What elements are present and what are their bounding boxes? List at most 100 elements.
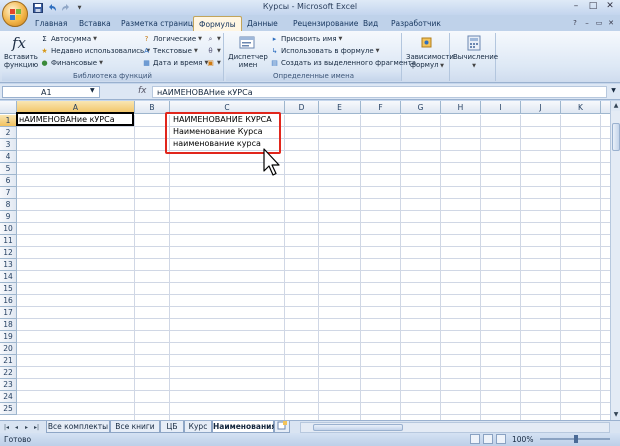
column-header-j[interactable]: J [521,101,561,114]
column-header-i[interactable]: I [481,101,521,114]
row-header-20[interactable]: 20 [0,343,17,355]
column-header-h[interactable]: H [441,101,481,114]
formula-input[interactable]: нАИМЕНОВАНие кУРСа [152,86,607,98]
help-icon[interactable]: ? [570,18,580,28]
row-header-24[interactable]: 24 [0,391,17,403]
use-in-formula-button[interactable]: ↳ Использовать в формуле ▼ [270,46,380,57]
lookup-functions-button[interactable]: ⌕ ▼ [206,34,221,45]
workbook-restore-button[interactable]: ▭ [594,18,604,28]
scroll-up-icon[interactable]: ▲ [611,101,620,111]
tab-review[interactable]: Рецензирование [288,16,363,31]
row-header-22[interactable]: 22 [0,367,17,379]
row-header-23[interactable]: 23 [0,379,17,391]
name-box[interactable]: A1 [2,86,100,98]
sheet-tab-all-sets[interactable]: Все комплекты [46,421,110,433]
row-header-18[interactable]: 18 [0,319,17,331]
normal-view-icon[interactable] [470,434,480,444]
page-break-view-icon[interactable] [496,434,506,444]
row-header-21[interactable]: 21 [0,355,17,367]
vertical-scrollbar[interactable]: ▲ ▼ [610,101,620,420]
autosum-button[interactable]: Σ Автосумма ▼ [40,34,97,45]
minimize-button[interactable]: – [568,1,584,13]
row-header-14[interactable]: 14 [0,271,17,283]
prev-sheet-icon[interactable]: ◂ [12,422,21,433]
workbook-minimize-button[interactable]: – [582,18,592,28]
page-layout-view-icon[interactable] [483,434,493,444]
insert-function-button[interactable]: fx Вставить функцию [4,33,38,70]
maximize-button[interactable]: □ [585,1,601,13]
tab-insert[interactable]: Вставка [74,16,116,31]
fx-button[interactable]: fx [138,86,147,96]
column-header-k[interactable]: K [561,101,601,114]
vertical-scroll-thumb[interactable] [612,123,620,151]
insert-sheet-button[interactable] [274,421,290,433]
row-header-8[interactable]: 8 [0,199,17,211]
datetime-functions-button[interactable]: ▦ Дата и время ▼ [142,58,208,69]
select-all-corner[interactable] [0,101,17,114]
first-sheet-icon[interactable]: |◂ [2,422,11,433]
row-header-11[interactable]: 11 [0,235,17,247]
horizontal-scroll-thumb[interactable] [313,424,403,431]
dependencies-button[interactable]: Зависимости формул ▼ [406,33,454,70]
financial-functions-button[interactable]: ● Финансовые ▼ [40,58,103,69]
row-header-12[interactable]: 12 [0,247,17,259]
column-header-l[interactable]: L [601,101,610,114]
row-header-6[interactable]: 6 [0,175,17,187]
scroll-down-icon[interactable]: ▼ [611,410,620,420]
sheet-tab-cb[interactable]: ЦБ [160,421,184,433]
office-button[interactable] [2,1,28,27]
expand-formula-bar-icon[interactable]: ▼ [609,87,618,97]
more-functions-button[interactable]: ▣ ▼ [206,58,221,69]
row-header-13[interactable]: 13 [0,259,17,271]
column-header-d[interactable]: D [285,101,319,114]
sheet-tab-all-books[interactable]: Все книги [110,421,160,433]
workbook-close-button[interactable]: ✕ [606,18,616,28]
name-box-dropdown-icon[interactable]: ▼ [90,87,95,94]
row-header-5[interactable]: 5 [0,163,17,175]
row-header-7[interactable]: 7 [0,187,17,199]
create-from-selection-button[interactable]: ▤ Создать из выделенного фрагмента [270,58,416,69]
row-header-10[interactable]: 10 [0,223,17,235]
column-header-g[interactable]: G [401,101,441,114]
worksheet-grid[interactable]: ABCDEFGHIJKL 123456789101112131415161718… [0,101,610,420]
cell-a1[interactable]: нАИМЕНОВАНие кУРСа [19,114,115,126]
row-header-16[interactable]: 16 [0,295,17,307]
tab-view[interactable]: Вид [358,16,383,31]
logical-functions-button[interactable]: ? Логические ▼ [142,34,202,45]
next-sheet-icon[interactable]: ▸ [22,422,31,433]
horizontal-scrollbar[interactable] [300,422,610,433]
row-header-2[interactable]: 2 [0,127,17,139]
row-header-17[interactable]: 17 [0,307,17,319]
cells-area[interactable] [17,115,610,420]
recent-functions-button[interactable]: ★ Недавно использовались ▼ [40,46,150,57]
tab-formulas[interactable]: Формулы [193,16,242,31]
zoom-level[interactable]: 100% [512,433,533,446]
tab-page-layout[interactable]: Разметка страницы [116,16,204,31]
assign-name-button[interactable]: ▸ Присвоить имя ▼ [270,34,343,45]
tab-home[interactable]: Главная [30,16,72,31]
row-header-9[interactable]: 9 [0,211,17,223]
group-label-library: Библиотека функций [2,72,223,81]
row-header-19[interactable]: 19 [0,331,17,343]
row-header-3[interactable]: 3 [0,139,17,151]
calculation-button[interactable]: Вычисление ▼ [453,33,498,70]
row-header-4[interactable]: 4 [0,151,17,163]
row-header-1[interactable]: 1 [0,115,17,127]
sheet-tab-course[interactable]: Курс [184,421,212,433]
name-manager-button[interactable]: Диспетчер имен [228,33,268,69]
text-functions-button[interactable]: A Текстовые ▼ [142,46,198,57]
zoom-slider-knob[interactable] [574,435,578,443]
tab-developer[interactable]: Разработчик [386,16,446,31]
status-ready: Готово [4,435,32,444]
tab-data[interactable]: Данные [242,16,283,31]
close-button[interactable]: ✕ [602,1,618,13]
row-header-25[interactable]: 25 [0,403,17,415]
column-header-f[interactable]: F [361,101,401,114]
theta-icon: θ [208,47,213,55]
last-sheet-icon[interactable]: ▸| [32,422,41,433]
column-gridline [284,115,285,420]
row-header-15[interactable]: 15 [0,283,17,295]
column-header-e[interactable]: E [319,101,361,114]
sheet-tab-names[interactable]: Наименования [212,421,276,433]
math-functions-button[interactable]: θ ▼ [206,46,221,57]
